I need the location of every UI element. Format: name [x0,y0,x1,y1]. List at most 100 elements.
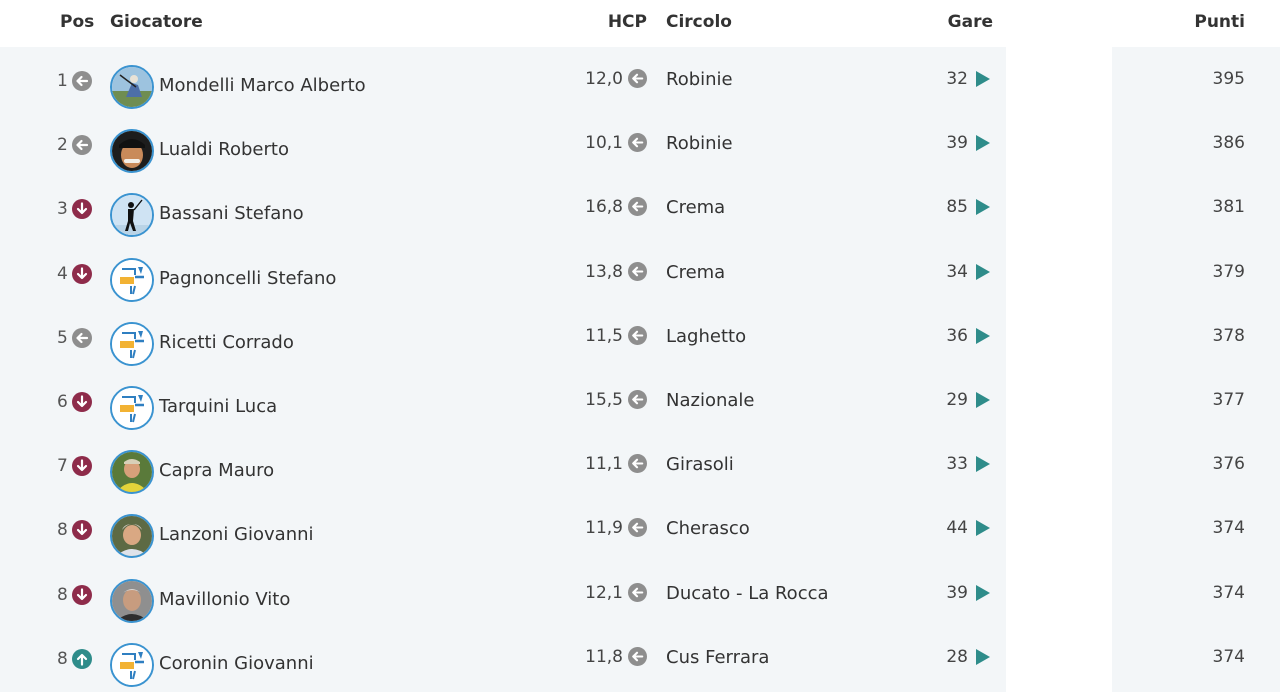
games-count: 44 [946,518,968,539]
club-name[interactable]: Crema [666,197,725,218]
header-hcp[interactable]: HCP [608,12,647,32]
position-number: 8 [57,648,68,669]
games-count: 34 [946,261,968,282]
play-arrow-icon[interactable] [976,456,990,476]
points-value: 386 [1212,133,1245,154]
play-arrow-icon[interactable] [976,199,990,219]
player-name[interactable]: Coronin Giovanni [159,653,314,674]
trend-up-icon [72,648,92,669]
points-value: 379 [1212,261,1245,282]
player-name[interactable]: Tarquini Luca [159,396,277,417]
avatar[interactable] [110,193,154,238]
trend-down-icon [72,392,92,412]
position-number: 5 [57,327,68,348]
avatar[interactable] [110,578,154,623]
header-points[interactable]: Punti [1194,12,1245,32]
club-name[interactable]: Robinie [666,69,733,90]
hcp-trend-icon [628,133,647,153]
trend-down-icon [72,520,92,541]
play-arrow-icon[interactable] [976,584,990,605]
avatar[interactable] [110,129,154,174]
club-name[interactable]: Robinie [666,133,733,154]
hcp-trend-icon [628,518,647,538]
table-row[interactable]: 6 Tarquini Luca 15,5 Nazionale 29 377 [0,376,1280,440]
hcp-trend-icon [628,197,647,217]
club-name[interactable]: Nazionale [666,390,754,411]
header-club[interactable]: Circolo [666,12,732,32]
play-arrow-icon[interactable] [976,520,990,540]
points-value: 374 [1212,518,1245,539]
header-games[interactable]: Gare [948,12,993,32]
play-arrow-icon[interactable] [976,392,990,412]
table-row[interactable]: 8 Coronin Giovanni 11,8 Cus Ferrara 28 374 [0,633,1280,697]
player-name[interactable]: Bassani Stefano [159,203,304,224]
play-arrow-icon[interactable] [976,648,990,669]
position-number: 1 [57,71,68,91]
position-number: 6 [57,392,68,412]
player-name[interactable]: Mavillonio Vito [159,589,290,610]
player-name[interactable]: Pagnoncelli Stefano [159,268,336,289]
trend-down-icon [72,584,92,605]
avatar[interactable] [110,642,154,687]
player-name[interactable]: Lanzoni Giovanni [159,524,314,545]
handicap-value: 12,1 [585,582,623,603]
points-value: 378 [1212,325,1245,346]
table-row[interactable]: 5 Ricetti Corrado 11,5 Laghetto 36 378 [0,312,1280,376]
handicap-value: 10,1 [585,133,623,154]
table-row[interactable]: 8 Mavillonio Vito 12,1 Ducato - La Rocca 39 3… [0,569,1280,633]
games-count: 39 [946,582,968,603]
games-count: 29 [946,390,968,410]
play-arrow-icon[interactable] [976,263,990,284]
trend-down-icon [72,263,92,284]
player-name[interactable]: Capra Mauro [159,460,274,481]
position-number: 2 [57,135,68,156]
table-row[interactable]: 7 Capra Mauro 11,1 Girasoli 33 376 [0,440,1280,504]
table-row[interactable]: 8 Lanzoni Giovanni 11,9 Cherasco 44 374 [0,504,1280,568]
hcp-trend-icon [628,582,647,602]
table-row[interactable]: 4 Pagnoncelli Stefano 13,8 Crema 34 379 [0,248,1280,312]
club-name[interactable]: Laghetto [666,326,746,347]
hcp-trend-icon [628,325,647,345]
handicap-value: 15,5 [585,390,623,410]
hcp-trend-icon [628,390,647,409]
games-count: 85 [946,197,968,218]
play-arrow-icon[interactable] [976,71,990,91]
avatar[interactable] [110,65,154,109]
hcp-trend-icon [628,69,647,88]
table-row[interactable]: 3 Bassani Stefano 16,8 Crema 85 381 [0,183,1280,247]
handicap-value: 11,8 [585,646,623,667]
position-number: 7 [57,456,68,477]
points-value: 395 [1212,69,1245,89]
avatar[interactable] [110,321,154,366]
position-number: 4 [57,263,68,284]
avatar[interactable] [110,386,154,430]
trend-same-icon [72,71,92,91]
club-name[interactable]: Girasoli [666,454,734,475]
handicap-value: 13,8 [585,261,623,282]
position-number: 8 [57,584,68,605]
avatar[interactable] [110,514,154,559]
header-pos[interactable]: Pos [60,12,94,32]
header-player[interactable]: Giocatore [110,12,203,32]
club-name[interactable]: Ducato - La Rocca [666,583,829,604]
trend-down-icon [72,199,92,220]
club-name[interactable]: Cus Ferrara [666,647,769,668]
play-arrow-icon[interactable] [976,327,990,348]
club-name[interactable]: Cherasco [666,518,750,539]
avatar[interactable] [110,450,154,495]
table-row[interactable]: 2 Lualdi Roberto 10,1 Robinie 39 386 [0,119,1280,183]
table-row[interactable]: 1 Mondelli Marco Alberto 12,0 Robinie 32 395 [0,55,1280,119]
player-name[interactable]: Lualdi Roberto [159,139,289,160]
hcp-trend-icon [628,646,647,666]
handicap-value: 11,1 [585,454,623,475]
play-arrow-icon[interactable] [976,135,990,155]
points-value: 381 [1212,197,1245,218]
games-count: 39 [946,133,968,154]
player-name[interactable]: Ricetti Corrado [159,332,294,353]
player-name[interactable]: Mondelli Marco Alberto [159,75,366,96]
games-count: 33 [946,454,968,475]
games-count: 36 [946,325,968,346]
points-value: 377 [1212,390,1245,410]
avatar[interactable] [110,257,154,302]
club-name[interactable]: Crema [666,262,725,283]
